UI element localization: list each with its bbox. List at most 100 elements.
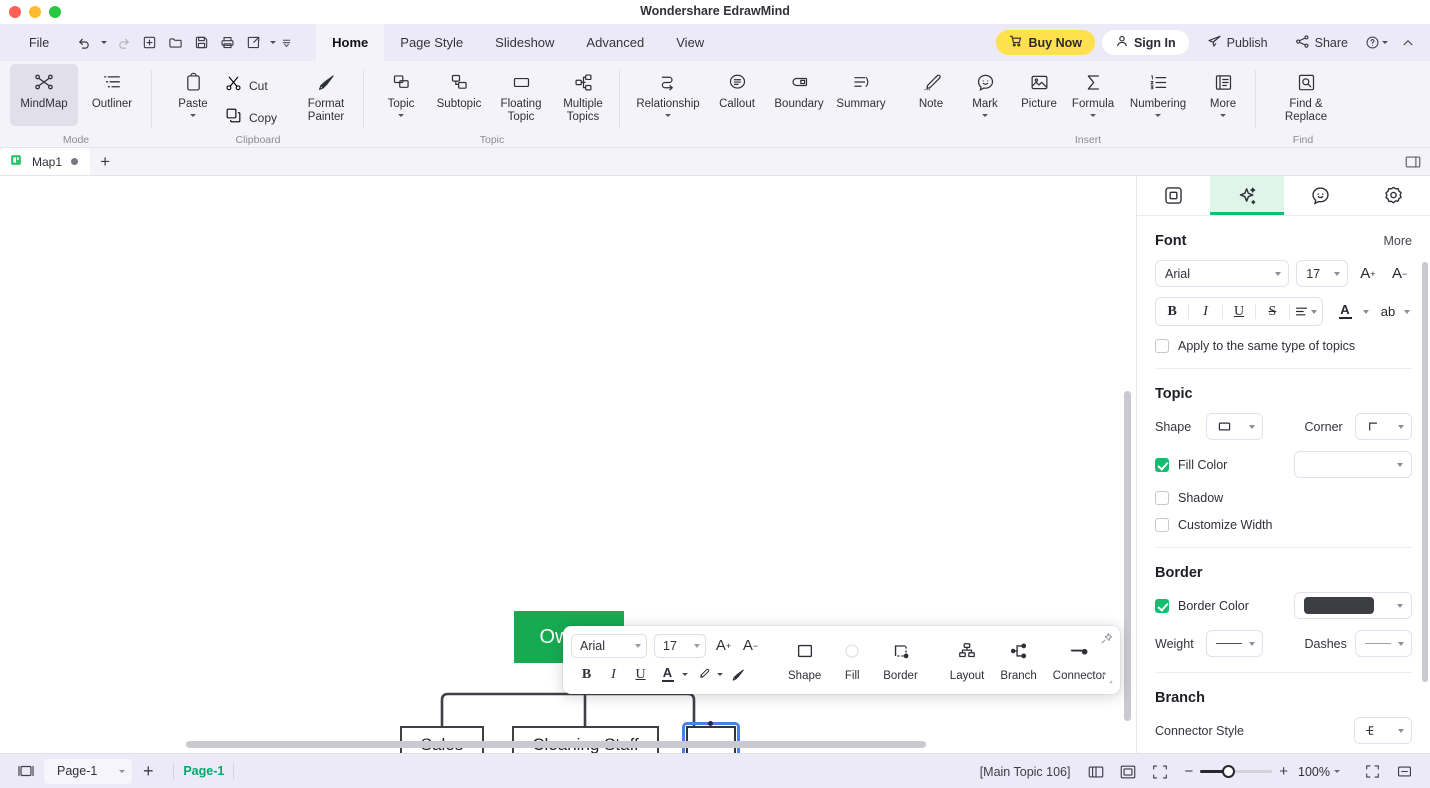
- italic-button[interactable]: I: [601, 662, 626, 687]
- font-size-select[interactable]: 17: [654, 633, 706, 658]
- panel-align-button[interactable]: [1290, 298, 1322, 325]
- share-button[interactable]: Share: [1286, 30, 1357, 55]
- shape-button[interactable]: Shape: [781, 639, 828, 682]
- decrease-font-size-button[interactable]: A −: [738, 633, 763, 658]
- mindmap-node-sales[interactable]: Sales: [400, 726, 484, 753]
- fit-selection-button[interactable]: [1146, 759, 1174, 785]
- print-icon[interactable]: [215, 30, 240, 55]
- note-button[interactable]: Note: [904, 64, 958, 126]
- border-button[interactable]: Border: [876, 639, 925, 682]
- add-document-tab-button[interactable]: +: [90, 148, 120, 175]
- topic-corner-select[interactable]: [1355, 413, 1412, 440]
- font-more-button[interactable]: More: [1384, 234, 1412, 248]
- paste-button[interactable]: Paste: [166, 64, 220, 126]
- callout-button[interactable]: Callout: [706, 64, 768, 126]
- open-folder-icon[interactable]: [163, 30, 188, 55]
- border-weight-select[interactable]: [1205, 630, 1263, 657]
- outliner-mode-button[interactable]: Outliner: [78, 64, 146, 126]
- apply-same-topics-row[interactable]: Apply to the same type of topics: [1155, 339, 1412, 353]
- summary-button[interactable]: Summary: [830, 64, 892, 126]
- undo-dropdown-caret[interactable]: [98, 30, 110, 55]
- connector-style-select[interactable]: [1354, 717, 1412, 744]
- panel-italic-button[interactable]: I: [1189, 298, 1221, 325]
- layout-button[interactable]: Layout: [943, 639, 992, 682]
- zoom-out-button[interactable]: −: [1184, 764, 1193, 779]
- panel-font-family-select[interactable]: Arial: [1155, 260, 1290, 287]
- view-mode-book-button[interactable]: [1082, 759, 1110, 785]
- undo-icon[interactable]: [72, 30, 97, 55]
- multiple-topics-button[interactable]: Multiple Topics: [552, 64, 614, 126]
- zoom-track[interactable]: [1200, 765, 1273, 778]
- buy-now-button[interactable]: Buy Now: [996, 30, 1095, 55]
- side-panel-scrollbar[interactable]: [1422, 262, 1428, 682]
- customize-width-checkbox[interactable]: [1155, 518, 1169, 532]
- zoom-slider[interactable]: − +: [1184, 764, 1288, 779]
- numbering-button[interactable]: Numbering: [1120, 64, 1196, 126]
- picture-button[interactable]: Picture: [1012, 64, 1066, 126]
- border-dashes-select[interactable]: [1355, 630, 1412, 657]
- panel-decrease-font-button[interactable]: A −: [1387, 261, 1412, 287]
- font-family-select[interactable]: Arial: [571, 633, 647, 658]
- paste-dropdown-caret[interactable]: [190, 114, 196, 117]
- tab-advanced[interactable]: Advanced: [570, 24, 660, 61]
- selection-handle-top[interactable]: [708, 721, 713, 726]
- underline-button[interactable]: U: [628, 662, 653, 687]
- relationship-button[interactable]: Relationship: [630, 64, 706, 126]
- more-button[interactable]: ••• More: [1131, 642, 1136, 678]
- publish-button[interactable]: Publish: [1198, 30, 1277, 55]
- toggle-panel-button[interactable]: [1390, 759, 1418, 785]
- font-color-button[interactable]: A: [655, 662, 680, 687]
- apply-same-topics-checkbox[interactable]: [1155, 339, 1169, 353]
- topic-button[interactable]: Topic: [374, 64, 428, 126]
- numbering-dropdown-caret[interactable]: [1155, 114, 1162, 117]
- font-color-caret[interactable]: [682, 673, 688, 676]
- panel-text-case-button[interactable]: ab: [1378, 299, 1398, 325]
- help-button[interactable]: [1360, 30, 1393, 55]
- export-icon[interactable]: [241, 30, 266, 55]
- canvas-horizontal-scrollbar[interactable]: [186, 741, 926, 748]
- export-dropdown-caret[interactable]: [267, 30, 279, 55]
- pin-toolbar-button[interactable]: [1100, 632, 1113, 650]
- zoom-knob[interactable]: [1222, 765, 1236, 778]
- side-panel-tab-mark[interactable]: [1284, 176, 1357, 215]
- save-icon[interactable]: [189, 30, 214, 55]
- qat-overflow-caret[interactable]: [280, 30, 292, 55]
- toggle-left-panel-button[interactable]: [12, 758, 40, 784]
- collapse-ribbon-button[interactable]: [1396, 30, 1420, 55]
- topic-shape-select[interactable]: [1205, 413, 1263, 440]
- side-panel-tab-style[interactable]: [1210, 176, 1284, 215]
- highlight-color-button[interactable]: [690, 662, 715, 687]
- zoom-level-select[interactable]: 100%: [1298, 765, 1340, 779]
- cut-button[interactable]: Cut: [220, 71, 284, 101]
- fill-button[interactable]: Fill: [830, 639, 874, 682]
- branch-button[interactable]: Branch: [993, 639, 1043, 682]
- page-select[interactable]: Page-1: [44, 758, 133, 784]
- shadow-checkbox[interactable]: [1155, 491, 1169, 505]
- more-insert-button[interactable]: More: [1196, 64, 1250, 126]
- tab-view[interactable]: View: [660, 24, 720, 61]
- new-document-icon[interactable]: [137, 30, 162, 55]
- subtopic-button[interactable]: Subtopic: [428, 64, 490, 126]
- shadow-row[interactable]: Shadow: [1155, 491, 1412, 505]
- formula-button[interactable]: Formula: [1066, 64, 1120, 126]
- increase-font-size-button[interactable]: A +: [711, 633, 736, 658]
- panel-bold-button[interactable]: B: [1156, 298, 1188, 325]
- border-color-checkbox[interactable]: [1155, 598, 1169, 613]
- side-panel-tab-page[interactable]: [1137, 176, 1210, 215]
- fit-page-button[interactable]: [1114, 759, 1142, 785]
- border-color-select[interactable]: [1294, 592, 1412, 619]
- panel-increase-font-button[interactable]: A +: [1355, 261, 1380, 287]
- zoom-in-button[interactable]: +: [1279, 764, 1288, 779]
- relationship-dropdown-caret[interactable]: [665, 114, 672, 117]
- boundary-button[interactable]: Boundary: [768, 64, 830, 126]
- highlight-color-caret[interactable]: [717, 673, 723, 676]
- tab-page-style[interactable]: Page Style: [384, 24, 479, 61]
- tab-slideshow[interactable]: Slideshow: [479, 24, 570, 61]
- more-insert-dropdown-caret[interactable]: [1220, 114, 1227, 117]
- panel-font-size-select[interactable]: 17: [1296, 260, 1349, 287]
- panel-underline-button[interactable]: U: [1223, 298, 1255, 325]
- fullscreen-button[interactable]: [1358, 759, 1386, 785]
- side-panel-tab-settings[interactable]: [1357, 176, 1430, 215]
- mark-button[interactable]: Mark: [958, 64, 1012, 126]
- clear-format-button[interactable]: [725, 662, 750, 687]
